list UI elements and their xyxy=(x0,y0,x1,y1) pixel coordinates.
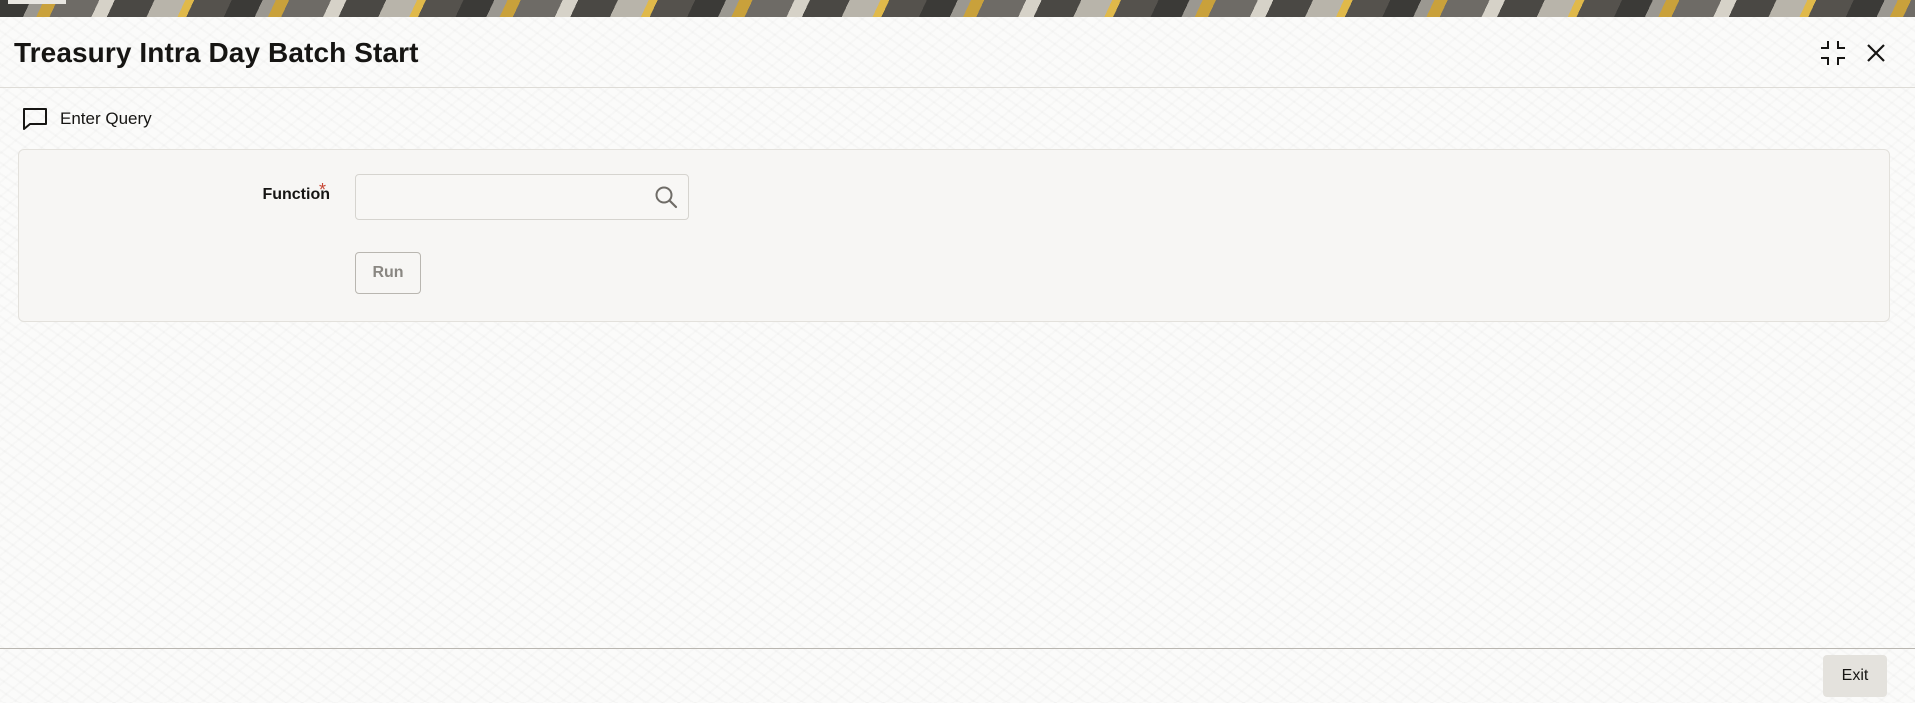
collapse-corners-icon xyxy=(1821,41,1845,65)
page-title: Treasury Intra Day Batch Start xyxy=(14,37,419,68)
footer-bar: Exit xyxy=(0,648,1915,703)
function-label: Function xyxy=(262,186,330,203)
minimize-button[interactable] xyxy=(1816,36,1850,70)
run-button[interactable]: Run xyxy=(355,252,421,294)
enter-query-button[interactable]: Enter Query xyxy=(22,104,152,134)
chat-bubble-icon xyxy=(23,108,47,130)
exit-button[interactable]: Exit xyxy=(1823,655,1887,697)
banner-tab-indicator xyxy=(8,0,66,4)
batch-form-panel: Function * Run xyxy=(18,149,1890,322)
close-icon xyxy=(1867,44,1885,62)
function-search-button[interactable] xyxy=(650,181,682,213)
window-header: Treasury Intra Day Batch Start xyxy=(0,17,1915,88)
search-icon xyxy=(655,186,678,209)
close-button[interactable] xyxy=(1859,36,1893,70)
function-input[interactable] xyxy=(356,175,636,219)
required-indicator: * xyxy=(319,180,327,200)
enter-query-label: Enter Query xyxy=(60,109,152,128)
function-field xyxy=(355,174,689,220)
top-banner xyxy=(0,0,1915,17)
